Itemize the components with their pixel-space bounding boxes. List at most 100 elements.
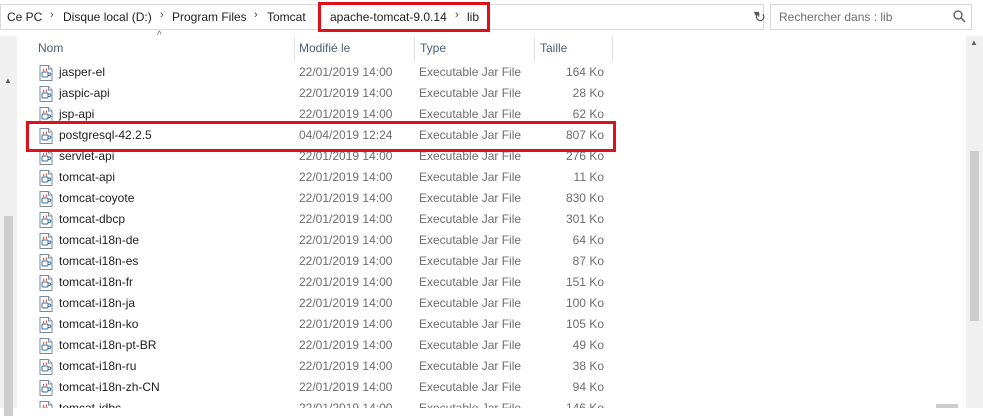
jar-file-icon (39, 359, 53, 375)
column-header-modified-label: Modifié le (299, 41, 351, 55)
chevron-right-icon[interactable]: › (254, 9, 258, 21)
column-header-modified[interactable]: Modifié le (295, 36, 414, 62)
scroll-up-icon[interactable]: ▲ (970, 38, 978, 47)
file-modified: 22/01/2019 14:00 (299, 380, 393, 394)
file-modified: 22/01/2019 14:00 (299, 107, 393, 121)
file-type: Executable Jar File (419, 380, 522, 394)
column-header-type-label: Type (420, 41, 447, 55)
jar-file-icon (39, 275, 53, 291)
file-scroll-thumb[interactable] (970, 151, 979, 321)
file-type: Executable Jar File (419, 275, 522, 289)
jar-file-icon (39, 212, 53, 228)
file-row[interactable]: tomcat-i18n-ko 22/01/2019 14:00 Executable… (0, 314, 960, 335)
file-row[interactable]: tomcat-dbcp 22/01/2019 14:00 Executable Ja… (0, 209, 960, 230)
horizontal-scroll-thumb[interactable] (936, 404, 958, 408)
file-name: tomcat-i18n-es (59, 254, 139, 268)
file-name: tomcat-i18n-ru (59, 359, 137, 373)
jar-file-icon (39, 170, 53, 186)
file-type: Executable Jar File (419, 65, 522, 79)
file-modified: 22/01/2019 14:00 (299, 65, 393, 79)
file-type: Executable Jar File (419, 317, 522, 331)
jar-file-icon (39, 401, 53, 408)
file-row[interactable]: tomcat-coyote 22/01/2019 14:00 Executable … (0, 188, 960, 209)
file-name: tomcat-i18n-ko (59, 317, 139, 331)
file-type: Executable Jar File (419, 359, 522, 373)
file-row[interactable]: tomcat-jdbc 22/01/2019 14:00 Executable Ja… (0, 398, 960, 408)
breadcrumb-tomcat[interactable]: Tomcat (267, 10, 306, 24)
column-header-size[interactable]: Taille (535, 36, 612, 62)
column-header-size-label: Taille (540, 41, 568, 55)
file-row[interactable]: tomcat-i18n-zh-CN 22/01/2019 14:00 Executa… (0, 377, 960, 398)
file-name: tomcat-i18n-pt-BR (59, 338, 157, 352)
file-type: Executable Jar File (419, 107, 522, 121)
file-list-scrollbar[interactable]: ▲ (966, 36, 983, 408)
file-type: Executable Jar File (419, 254, 522, 268)
jar-file-icon (39, 86, 53, 102)
breadcrumb-disque-local[interactable]: Disque local (D:) (63, 10, 152, 24)
path-highlight-box (318, 2, 490, 32)
search-icon[interactable] (953, 10, 966, 26)
file-type: Executable Jar File (419, 338, 522, 352)
file-size: 100 Ko (565, 296, 604, 310)
file-name: jasper-el (59, 65, 106, 79)
file-modified: 22/01/2019 14:00 (299, 296, 393, 310)
file-row[interactable]: tomcat-i18n-es 22/01/2019 14:00 Executable… (0, 251, 960, 272)
jar-file-icon (39, 254, 53, 270)
file-size: 94 Ko (572, 380, 604, 394)
file-size: 105 Ko (565, 317, 604, 331)
jar-file-icon (39, 65, 53, 81)
column-header-name-label: Nom (38, 41, 64, 55)
file-size: 49 Ko (572, 338, 604, 352)
chevron-right-icon[interactable]: › (160, 9, 164, 21)
file-row[interactable]: tomcat-i18n-pt-BR 22/01/2019 14:00 Executa… (0, 335, 960, 356)
file-modified: 22/01/2019 14:00 (299, 275, 393, 289)
file-type: Executable Jar File (419, 296, 522, 310)
file-type: Executable Jar File (419, 170, 522, 184)
column-header-type[interactable]: Type (415, 36, 534, 62)
refresh-icon[interactable]: ↻ (752, 4, 768, 30)
column-divider[interactable] (612, 36, 613, 62)
file-name: tomcat-api (59, 170, 116, 184)
file-type: Executable Jar File (419, 401, 522, 408)
file-row[interactable]: tomcat-i18n-de 22/01/2019 14:00 Executable… (0, 230, 960, 251)
jar-file-icon (39, 380, 53, 396)
search-placeholder: Rechercher dans : lib (779, 10, 893, 24)
file-row[interactable]: tomcat-api 22/01/2019 14:00 Executable Jar… (0, 167, 960, 188)
breadcrumb-program-files[interactable]: Program Files (172, 10, 247, 24)
chevron-right-icon[interactable]: › (50, 9, 54, 21)
file-modified: 22/01/2019 14:00 (299, 233, 393, 247)
file-name: tomcat-jdbc (59, 401, 122, 408)
breadcrumb-ce-pc[interactable]: Ce PC (7, 10, 42, 24)
file-name: tomcat-i18n-fr (59, 275, 134, 289)
file-row[interactable]: jasper-el 22/01/2019 14:00 Executable Jar … (0, 62, 960, 83)
file-type: Executable Jar File (419, 233, 522, 247)
row-highlight-box (26, 121, 616, 152)
file-size: 28 Ko (572, 86, 604, 100)
file-row[interactable]: tomcat-i18n-fr 22/01/2019 14:00 Executable… (0, 272, 960, 293)
jar-file-icon (39, 338, 53, 354)
file-modified: 22/01/2019 14:00 (299, 212, 393, 226)
file-size: 11 Ko (573, 170, 604, 184)
file-size: 62 Ko (572, 107, 604, 121)
search-input[interactable]: Rechercher dans : lib (770, 4, 972, 30)
file-row[interactable]: tomcat-i18n-ru 22/01/2019 14:00 Executable… (0, 356, 960, 377)
file-modified: 22/01/2019 14:00 (299, 170, 393, 184)
file-size: 64 Ko (572, 233, 604, 247)
file-name: tomcat-dbcp (59, 212, 126, 226)
jar-file-icon (39, 191, 53, 207)
file-list: jasper-el 22/01/2019 14:00 Executable Jar … (0, 62, 960, 408)
column-header-name[interactable]: Nom (30, 36, 294, 62)
file-modified: 22/01/2019 14:00 (299, 191, 393, 205)
file-size: 38 Ko (572, 359, 604, 373)
file-name: tomcat-i18n-zh-CN (59, 380, 160, 394)
file-type: Executable Jar File (419, 212, 522, 226)
file-modified: 22/01/2019 14:00 (299, 86, 393, 100)
file-modified: 22/01/2019 14:00 (299, 317, 393, 331)
file-name: tomcat-i18n-ja (59, 296, 136, 310)
file-row[interactable]: tomcat-i18n-ja 22/01/2019 14:00 Executable… (0, 293, 960, 314)
file-modified: 22/01/2019 14:00 (299, 401, 393, 408)
file-size: 87 Ko (572, 254, 604, 268)
file-row[interactable]: jaspic-api 22/01/2019 14:00 Executable Jar… (0, 83, 960, 104)
file-modified: 22/01/2019 14:00 (299, 254, 393, 268)
jar-file-icon (39, 233, 53, 249)
